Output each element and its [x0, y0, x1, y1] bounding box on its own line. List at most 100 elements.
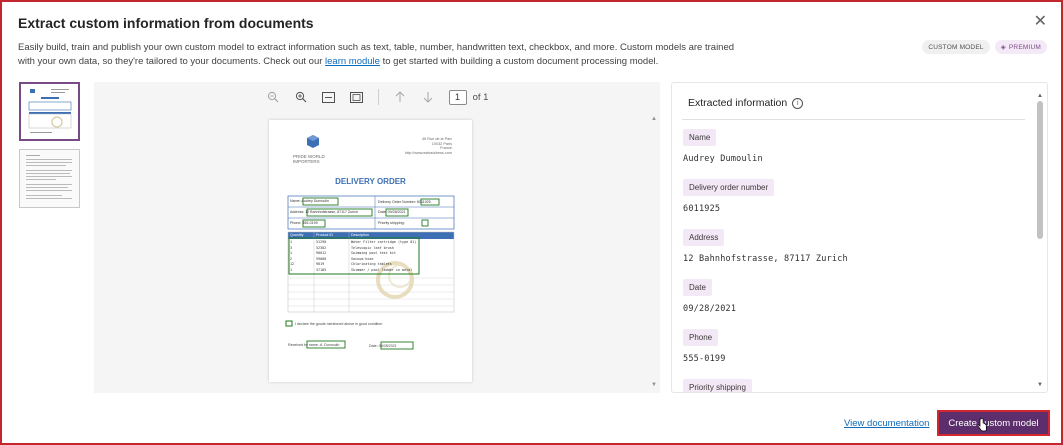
doc-table-cell: 37185: [316, 268, 327, 272]
premium-badge: ◈ PREMIUM: [994, 40, 1047, 54]
signed-date-row: Date: 09/28/2021: [369, 344, 397, 348]
custom-model-badge: CUSTOM MODEL: [922, 40, 990, 54]
doc-order-label: Delivery Order Number:: [378, 200, 416, 204]
viewer-scrollbar[interactable]: ▲ ▼: [651, 116, 657, 388]
company-name: PRIDE WORLD IMPORTERS: [293, 154, 325, 164]
dialog-title: Extract custom information from document…: [18, 15, 314, 31]
doc-table-cell: 52302: [316, 245, 327, 250]
doc-table-cell: Vacuum hose: [351, 256, 374, 261]
field-label: Priority shipping: [683, 379, 752, 392]
document-title: DELIVERY ORDER: [335, 177, 406, 186]
company-website: http://www.webaddress.com: [404, 150, 452, 155]
doc-table-cell: 51290: [316, 240, 327, 244]
doc-address-value: 12 Bahnhofstrasse, 87117 Zurich: [305, 210, 358, 214]
panel-header: Extracted information i: [688, 97, 804, 109]
custom-model-badge-label: CUSTOM MODEL: [928, 43, 984, 51]
doc-table-cell: Chlorinating tablets: [351, 262, 392, 267]
col-description: Description: [351, 233, 369, 237]
thumbnail-page-2-preview: [20, 150, 79, 207]
doc-date-label: Date:: [378, 210, 387, 214]
scroll-up-icon[interactable]: ▲: [651, 116, 657, 122]
doc-table-cell: 3: [290, 245, 293, 250]
field-priority-shipping: Priority shipping: [683, 377, 848, 392]
info-icon[interactable]: i: [792, 97, 804, 109]
page-number-input[interactable]: 1: [448, 89, 467, 105]
premium-badge-label: PREMIUM: [1008, 43, 1041, 51]
field-value: 6011925: [683, 204, 721, 214]
doc-phone-value: 555-0199: [302, 221, 318, 225]
field-name: Name Audrey Dumoulin: [683, 127, 848, 177]
description-text-end: to get started with building a custom do…: [379, 56, 659, 67]
extracted-fields: Name Audrey Dumoulin Delivery order numb…: [683, 127, 848, 392]
doc-phone-label: Phone:: [290, 221, 302, 225]
panel-divider: [682, 119, 1025, 120]
arrow-up-icon[interactable]: [393, 90, 407, 104]
doc-phone-row: Phone: 555-0199: [290, 221, 318, 225]
doc-name-row: Name: Audrey Dumoulin: [290, 199, 329, 203]
thumbnail-page-1-preview: [21, 84, 78, 139]
field-address: Address 12 Bahnhofstrasse, 87117 Zurich: [683, 227, 848, 277]
field-label: Date: [683, 279, 712, 296]
received-note: I declare the goods mentioned above in g…: [295, 322, 383, 326]
scroll-down-icon[interactable]: ▼: [651, 382, 657, 388]
document-page: PRIDE WORLD IMPORTERS 46 Rue de la Paix …: [269, 120, 472, 382]
learn-module-link[interactable]: learn module: [325, 56, 380, 67]
doc-date-value: 09/28/2021: [387, 210, 406, 214]
doc-table-cell: Telescopic leaf brush: [351, 245, 394, 250]
field-phone: Phone 555-0199: [683, 327, 848, 377]
doc-address-label: Address:: [290, 210, 305, 214]
field-label: Address: [683, 229, 725, 246]
scroll-up-icon[interactable]: ▲: [1037, 93, 1043, 99]
hand-cursor-icon: [978, 418, 987, 432]
page-count: of 1: [472, 91, 489, 103]
panel-title: Extracted information: [688, 97, 788, 109]
doc-table-cell: 2: [290, 256, 293, 261]
doc-name-value: Audrey Dumoulin: [301, 199, 329, 203]
field-delivery-order-number: Delivery order number 6011925: [683, 177, 848, 227]
doc-table-cell: 90012: [316, 251, 327, 256]
received-label: Received by name:: [288, 343, 319, 347]
scroll-down-icon[interactable]: ▼: [1037, 382, 1043, 388]
toolbar-divider: [377, 89, 379, 105]
signed-date-value: 09/28/2021: [378, 344, 397, 348]
thumbnail-page-2[interactable]: [19, 149, 80, 208]
doc-table-cell: Skimmer / pool ladder in metal: [351, 268, 413, 272]
document-viewer: 1 of 1 ▲ ▼ PRIDE WORLD IMPORTERS 46 Rue …: [94, 82, 660, 393]
doc-table-cell: 1: [290, 251, 293, 256]
viewer-toolbar: 1 of 1: [94, 82, 660, 112]
field-label: Name: [683, 129, 717, 146]
doc-table-cell: 12: [290, 262, 295, 267]
doc-order-value: 6011925: [416, 200, 431, 204]
doc-table-cell: 1: [290, 240, 293, 244]
field-value: 09/28/2021: [683, 304, 737, 314]
doc-date-row: Date: 09/28/2021: [378, 210, 406, 214]
zoom-in-icon[interactable]: [294, 90, 308, 104]
zoom-out-icon[interactable]: [266, 90, 280, 104]
doc-table-cell: 9019: [316, 262, 325, 267]
close-icon[interactable]: ✕: [1034, 14, 1047, 30]
arrow-down-icon[interactable]: [421, 90, 435, 104]
field-value: Audrey Dumoulin: [683, 154, 763, 164]
doc-table-cell: 1: [290, 268, 293, 272]
diamond-icon: ◈: [1000, 44, 1006, 51]
view-documentation-link[interactable]: View documentation: [844, 418, 929, 429]
company-name-line-2: IMPORTERS: [293, 159, 320, 164]
dialog-description: Easily build, train and publish your own…: [18, 41, 738, 69]
scrollbar-thumb[interactable]: [1037, 101, 1043, 239]
received-row: Received by name: A. Dumoulin: [288, 343, 339, 347]
fit-width-icon[interactable]: [322, 90, 336, 104]
field-date: Date 09/28/2021: [683, 277, 848, 327]
doc-priority-row: Priority shipping:: [378, 221, 405, 225]
doc-table-cell: 59000: [316, 256, 327, 261]
panel-scrollbar[interactable]: ▲ ▼: [1036, 93, 1044, 388]
doc-priority-label: Priority shipping:: [378, 221, 405, 225]
fit-page-icon[interactable]: [350, 90, 364, 104]
create-custom-model-button[interactable]: Create custom model: [937, 410, 1050, 436]
badge-group: CUSTOM MODEL ◈ PREMIUM: [922, 40, 1047, 54]
doc-order-row: Delivery Order Number: 6011925: [378, 200, 431, 204]
thumbnail-page-1[interactable]: [19, 82, 80, 141]
signed-date-label: Date:: [369, 344, 378, 348]
extracted-info-panel: Extracted information i Name Audrey Dumo…: [671, 82, 1048, 393]
col-quantity: Quantity: [290, 233, 304, 237]
page-thumbnails: [19, 82, 83, 216]
